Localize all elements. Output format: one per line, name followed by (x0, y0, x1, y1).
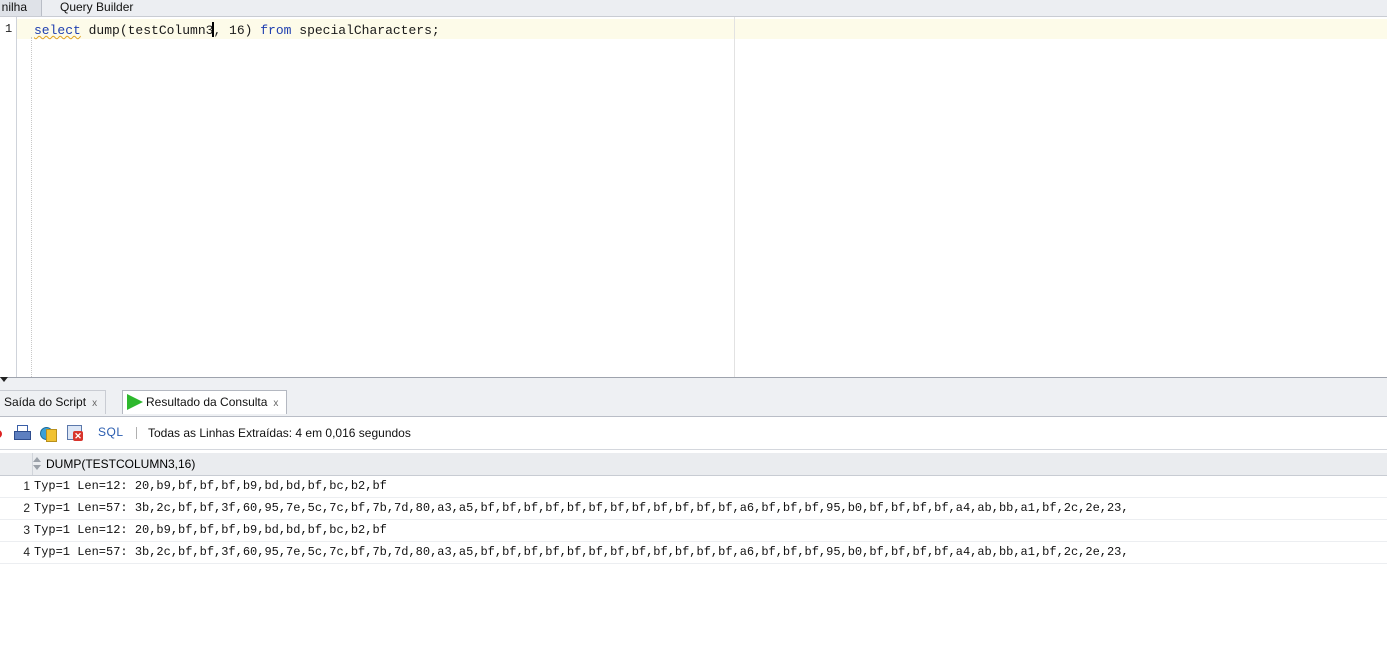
fold-guide (31, 37, 32, 377)
cell-value[interactable]: Typ=1 Len=12: 20,b9,bf,bf,bf,b9,bd,bd,bf… (34, 523, 387, 537)
line-number-gutter: 1 (0, 17, 17, 377)
row-number: 2 (23, 501, 30, 515)
tab-query-result[interactable]: Resultado da Consulta x (122, 390, 288, 414)
table-row[interactable]: 4 Typ=1 Len=57: 3b,2c,bf,bf,3f,60,95,7e,… (0, 542, 1387, 564)
sort-icon[interactable] (33, 457, 41, 471)
right-margin-line (734, 17, 735, 377)
code-line[interactable]: select dump(testColumn3, 16) from specia… (34, 22, 440, 38)
fetch-status: Todas as Linhas Extraídas: 4 em 0,016 se… (148, 426, 411, 440)
output-tab-strip: Saída do Script x Resultado da Consulta x (0, 384, 1387, 417)
tab-worksheet[interactable]: nilha (0, 0, 42, 16)
column-header-dump[interactable]: DUMP(TESTCOLUMN3,16) (33, 453, 195, 475)
table-row[interactable]: 2 Typ=1 Len=57: 3b,2c,bf,bf,3f,60,95,7e,… (0, 498, 1387, 520)
pin-icon[interactable] (0, 430, 2, 438)
sql-button[interactable]: SQL (98, 425, 124, 439)
code-text-3: specialCharacters; (291, 23, 440, 38)
close-icon[interactable]: x (92, 398, 97, 409)
tab-script-output[interactable]: Saída do Script x (0, 390, 107, 414)
print-icon[interactable] (14, 425, 31, 441)
panel-splitter[interactable] (0, 377, 1387, 384)
line-number: 1 (5, 22, 13, 36)
keyword-from: from (260, 23, 292, 38)
code-text-1: dump(testColumn3 (80, 23, 214, 38)
close-icon[interactable]: x (273, 398, 278, 409)
sql-editor[interactable]: 1 select dump(testColumn3, 16) from spec… (0, 17, 1387, 377)
delete-icon[interactable]: ✕ (67, 425, 83, 441)
top-tab-strip: nilha Query Builder (0, 0, 1387, 17)
column-header-label: DUMP(TESTCOLUMN3,16) (46, 457, 196, 471)
code-text-2: , 16) (213, 23, 261, 38)
tab-script-output-label: Saída do Script (4, 395, 87, 409)
row-number: 3 (23, 523, 30, 537)
keyword-select: select (34, 23, 81, 38)
grid-header: DUMP(TESTCOLUMN3,16) (0, 453, 1387, 476)
run-query-icon (127, 394, 143, 410)
tab-query-builder-label: Query Builder (60, 0, 134, 14)
refresh-icon[interactable] (40, 425, 57, 442)
cell-value[interactable]: Typ=1 Len=57: 3b,2c,bf,bf,3f,60,95,7e,5c… (34, 501, 1129, 515)
row-number-header (0, 453, 33, 475)
row-number: 1 (23, 479, 30, 493)
row-number: 4 (23, 545, 30, 559)
cell-value[interactable]: Typ=1 Len=57: 3b,2c,bf,bf,3f,60,95,7e,5c… (34, 545, 1129, 559)
tab-worksheet-label: nilha (1, 0, 27, 14)
toolbar-separator (136, 427, 137, 439)
collapse-arrow-icon[interactable] (0, 377, 8, 382)
table-row[interactable]: 3 Typ=1 Len=12: 20,b9,bf,bf,bf,b9,bd,bd,… (0, 520, 1387, 542)
results-toolbar: ✕ SQL Todas as Linhas Extraídas: 4 em 0,… (0, 417, 1387, 450)
tab-query-result-label: Resultado da Consulta (146, 395, 268, 409)
cell-value[interactable]: Typ=1 Len=12: 20,b9,bf,bf,bf,b9,bd,bd,bf… (34, 479, 387, 493)
table-row[interactable]: 1 Typ=1 Len=12: 20,b9,bf,bf,bf,b9,bd,bd,… (0, 476, 1387, 498)
tab-query-builder[interactable]: Query Builder (60, 0, 133, 16)
